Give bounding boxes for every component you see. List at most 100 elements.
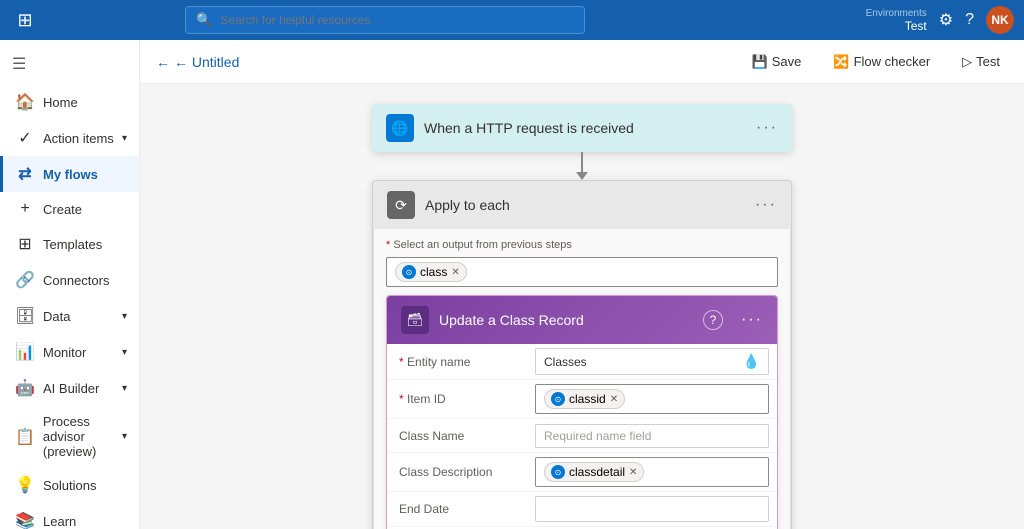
field-label-class-name: Class Name xyxy=(387,423,527,449)
apply-node-header[interactable]: ⟳ Apply to each ··· xyxy=(373,181,791,229)
update-node-body: Entity name Classes 💧 xyxy=(387,344,777,529)
classid-token-icon: ⊙ xyxy=(551,392,565,406)
sidebar-item-process-advisor[interactable]: 📋 Process advisor (preview) ▾ xyxy=(0,406,139,467)
chevron-down-icon: ▾ xyxy=(122,347,127,358)
create-icon: + xyxy=(15,200,35,218)
field-class-description: Class Description ⊙ classdetail ✕ xyxy=(387,453,777,492)
classdetail-token-label: classdetail xyxy=(569,465,625,479)
sidebar-item-label: Monitor xyxy=(43,345,86,360)
sidebar-item-home[interactable]: 🏠 Home xyxy=(0,84,139,120)
http-node-more-icon[interactable]: ··· xyxy=(756,119,778,137)
sidebar-item-solutions[interactable]: 💡 Solutions xyxy=(0,467,139,503)
sidebar-item-ai-builder[interactable]: 🤖 AI Builder ▾ xyxy=(0,370,139,406)
search-input[interactable] xyxy=(220,13,574,27)
apply-node-more-icon[interactable]: ··· xyxy=(755,196,777,214)
sidebar-item-templates[interactable]: ⊞ Templates xyxy=(0,226,139,262)
class-token-label: class xyxy=(420,265,447,279)
class-token-remove[interactable]: ✕ xyxy=(451,267,459,278)
field-end-date: End Date xyxy=(387,492,777,527)
test-button[interactable]: ▷ Test xyxy=(954,50,1008,74)
field-item-id: Item ID ⊙ classid ✕ xyxy=(387,380,777,419)
flow-checker-label: Flow checker xyxy=(854,54,931,69)
class-name-placeholder: Required name field xyxy=(544,429,651,443)
http-trigger-node[interactable]: 🌐 When a HTTP request is received ··· xyxy=(372,104,792,152)
chevron-down-icon: ▾ xyxy=(122,311,127,322)
search-bar[interactable]: 🔍 xyxy=(185,6,585,34)
sidebar-item-label: Solutions xyxy=(43,478,96,493)
field-value-end-date xyxy=(527,492,777,526)
chevron-down-icon: ▾ xyxy=(122,431,127,442)
classdetail-token-remove[interactable]: ✕ xyxy=(629,467,637,478)
field-label-class-description: Class Description xyxy=(387,459,527,485)
sidebar-item-label: AI Builder xyxy=(43,381,99,396)
classdetail-token[interactable]: ⊙ classdetail ✕ xyxy=(544,462,644,482)
class-name-input[interactable]: Required name field xyxy=(535,424,769,448)
flow-checker-button[interactable]: 🔀 Flow checker xyxy=(825,50,938,74)
sidebar: ☰ 🏠 Home ✓ Action items ▾ ⇄ My flows + C… xyxy=(0,40,140,529)
action-items-icon: ✓ xyxy=(15,128,35,148)
update-node-header[interactable]: 🗃 Update a Class Record ? ··· xyxy=(387,296,777,344)
field-value-class-description: ⊙ classdetail ✕ xyxy=(527,453,777,491)
process-advisor-icon: 📋 xyxy=(15,427,35,447)
item-id-input[interactable]: ⊙ classid ✕ xyxy=(535,384,769,414)
apply-node-title: Apply to each xyxy=(425,197,745,213)
environment-info[interactable]: Environments Test xyxy=(866,8,927,33)
settings-icon[interactable]: ⚙ xyxy=(939,10,953,30)
sidebar-item-learn[interactable]: 📚 Learn xyxy=(0,503,139,529)
test-label: Test xyxy=(976,54,1000,69)
http-node-header[interactable]: 🌐 When a HTTP request is received ··· xyxy=(372,104,792,152)
entity-name-input[interactable]: Classes 💧 xyxy=(535,348,769,375)
classid-token-remove[interactable]: ✕ xyxy=(610,394,618,405)
flow-checker-icon: 🔀 xyxy=(833,54,849,70)
sidebar-item-label: Templates xyxy=(43,237,102,252)
field-class-name: Class Name Required name field xyxy=(387,419,777,453)
class-token[interactable]: ⊙ class ✕ xyxy=(395,262,467,282)
top-nav-right: Environments Test ⚙ ? NK xyxy=(866,6,1014,34)
classid-token[interactable]: ⊙ classid ✕ xyxy=(544,389,625,409)
field-value-entity-name: Classes 💧 xyxy=(527,344,777,379)
end-date-input[interactable] xyxy=(535,496,769,522)
apply-each-node[interactable]: ⟳ Apply to each ··· Select an output fro… xyxy=(372,180,792,529)
env-label: Environments xyxy=(866,8,927,19)
back-arrow-icon: ← xyxy=(156,54,170,70)
user-avatar[interactable]: NK xyxy=(986,6,1014,34)
sidebar-item-connectors[interactable]: 🔗 Connectors xyxy=(0,262,139,298)
sidebar-item-label: Home xyxy=(43,95,78,110)
update-node-more-icon[interactable]: ··· xyxy=(741,311,763,329)
apply-node-icon: ⟳ xyxy=(387,191,415,219)
main-content: ← ← Untitled 💾 Save 🔀 Flow checker ▷ Tes… xyxy=(140,40,1024,529)
sidebar-item-label: Learn xyxy=(43,514,76,529)
templates-icon: ⊞ xyxy=(15,234,35,254)
chevron-down-icon: ▾ xyxy=(122,133,127,144)
save-button[interactable]: 💾 Save xyxy=(744,50,810,74)
help-icon[interactable]: ? xyxy=(965,11,974,29)
back-button[interactable]: ← ← Untitled xyxy=(156,54,239,70)
ai-builder-icon: 🤖 xyxy=(15,378,35,398)
home-icon: 🏠 xyxy=(15,92,35,112)
sidebar-item-my-flows[interactable]: ⇄ My flows xyxy=(0,156,139,192)
env-name: Test xyxy=(905,19,927,33)
field-entity-name: Entity name Classes 💧 xyxy=(387,344,777,380)
waffle-icon[interactable]: ⊞ xyxy=(10,10,40,31)
sidebar-item-monitor[interactable]: 📊 Monitor ▾ xyxy=(0,334,139,370)
sidebar-item-label: Action items xyxy=(43,131,114,146)
data-icon: 🗄 xyxy=(15,306,35,326)
token-input-class[interactable]: ⊙ class ✕ xyxy=(386,257,778,287)
test-icon: ▷ xyxy=(962,54,972,70)
subheader: ← ← Untitled 💾 Save 🔀 Flow checker ▷ Tes… xyxy=(140,40,1024,84)
sidebar-item-label: Connectors xyxy=(43,273,109,288)
sidebar-item-action-items[interactable]: ✓ Action items ▾ xyxy=(0,120,139,156)
http-node-icon: 🌐 xyxy=(386,114,414,142)
connectors-icon: 🔗 xyxy=(15,270,35,290)
flow-container: 🌐 When a HTTP request is received ··· ⟳ … xyxy=(352,104,812,529)
canvas: 🌐 When a HTTP request is received ··· ⟳ … xyxy=(140,84,1024,529)
update-node-help-icon[interactable]: ? xyxy=(703,310,723,330)
sidebar-item-data[interactable]: 🗄 Data ▾ xyxy=(0,298,139,334)
update-record-node: 🗃 Update a Class Record ? ··· Entity nam… xyxy=(386,295,778,529)
sidebar-item-create[interactable]: + Create xyxy=(0,192,139,226)
sidebar-item-label: My flows xyxy=(43,167,98,182)
sidebar-hamburger[interactable]: ☰ xyxy=(0,48,139,80)
select-output-label: Select an output from previous steps xyxy=(386,239,778,251)
update-node-title: Update a Class Record xyxy=(439,312,693,328)
class-description-input[interactable]: ⊙ classdetail ✕ xyxy=(535,457,769,487)
